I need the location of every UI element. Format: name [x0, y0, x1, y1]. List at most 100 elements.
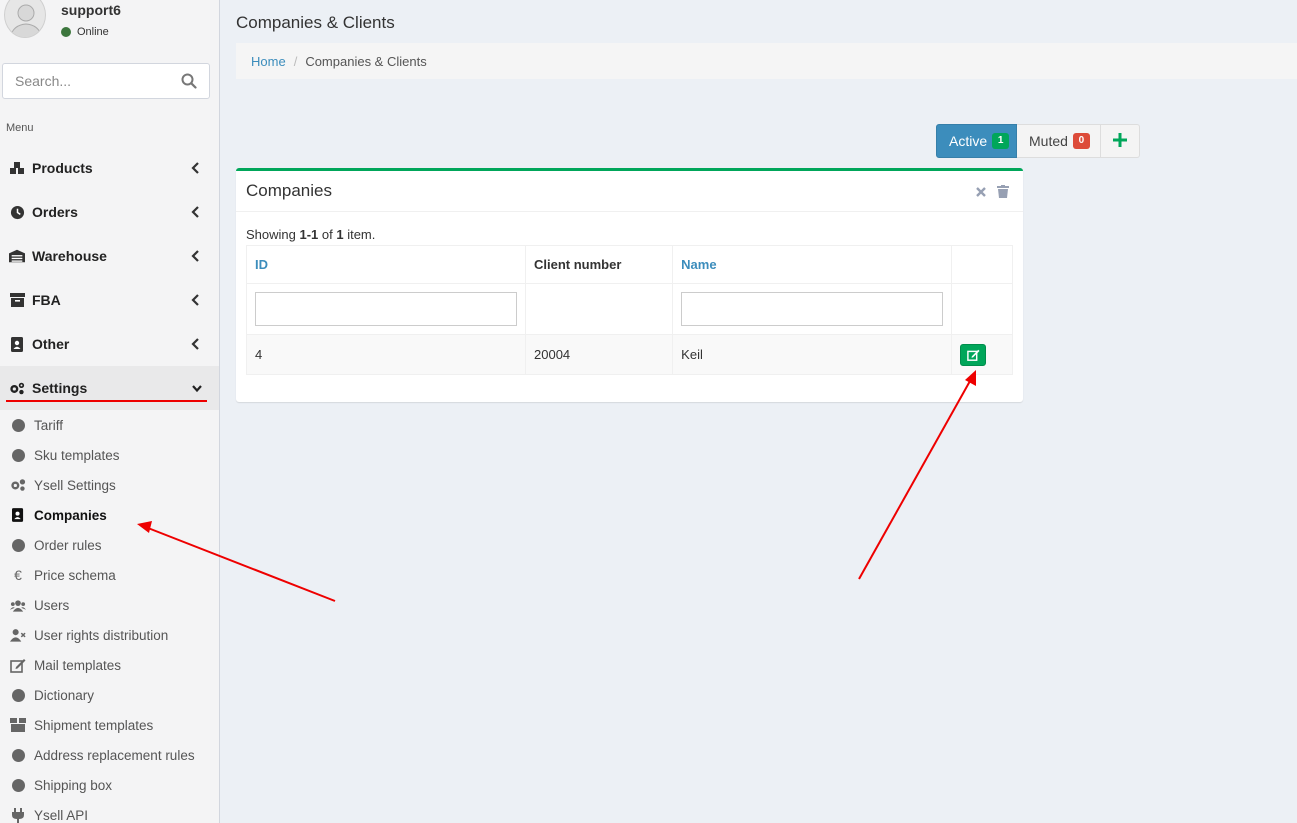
circle-icon	[10, 417, 26, 433]
avatar	[4, 0, 46, 38]
sidebar-item-dictionary[interactable]: Dictionary	[0, 680, 219, 710]
search-icon[interactable]	[181, 73, 197, 89]
add-company-button[interactable]	[1101, 124, 1140, 158]
circle-icon	[10, 447, 26, 463]
column-header-id[interactable]: ID	[246, 245, 526, 284]
summary-range: 1-1	[299, 227, 319, 242]
chevron-left-icon	[191, 249, 201, 263]
summary-total: 1	[336, 227, 344, 242]
sidebar-item-label: Shipment templates	[34, 717, 154, 733]
chevron-left-icon	[191, 337, 201, 351]
warehouse-icon	[9, 248, 25, 264]
sidebar: support6 Online Menu Products Orders	[0, 0, 220, 823]
chevron-down-icon	[191, 381, 202, 395]
companies-box: Companies Showing 1-1 of 1 item. ID Clie…	[236, 168, 1023, 402]
user-status: Online	[61, 26, 109, 38]
filter-cell	[246, 283, 526, 335]
sidebar-menu: Products Orders Warehouse FBA Other Sett…	[0, 146, 219, 410]
sidebar-item-shipment-templates[interactable]: Shipment templates	[0, 710, 219, 740]
active-filter-button[interactable]: Active 1	[936, 124, 1017, 158]
page-title: Companies & Clients	[236, 13, 395, 32]
plus-icon	[1113, 132, 1127, 150]
sidebar-item-shipping-box[interactable]: Shipping box	[0, 770, 219, 800]
sidebar-item-label: FBA	[32, 292, 61, 308]
companies-table: ID Client number Name 4 20004 Keil	[246, 245, 1013, 375]
clock-icon	[9, 204, 25, 220]
sidebar-item-companies[interactable]: Companies	[0, 500, 219, 530]
trash-icon[interactable]	[997, 185, 1009, 201]
sidebar-item-tariff[interactable]: Tariff	[0, 410, 219, 440]
sidebar-item-products[interactable]: Products	[0, 146, 219, 190]
sidebar-item-label: Ysell Settings	[34, 477, 116, 493]
column-header-name[interactable]: Name	[672, 245, 953, 284]
sidebar-item-label: Tariff	[34, 417, 64, 433]
table-header-row: ID Client number Name	[246, 245, 1013, 284]
breadcrumb: Home / Companies & Clients	[236, 43, 1297, 79]
sidebar-item-fba[interactable]: FBA	[0, 278, 219, 322]
sidebar-item-order-rules[interactable]: Order rules	[0, 530, 219, 560]
sidebar-item-users[interactable]: Users	[0, 590, 219, 620]
settings-submenu: Tariff Sku templates Ysell Settings Comp…	[0, 410, 219, 823]
status-filter-group: Active 1 Muted 0	[936, 124, 1140, 158]
breadcrumb-current: Companies & Clients	[305, 53, 427, 69]
address-book-icon	[10, 507, 26, 523]
summary-text: Showing 1-1 of 1 item.	[246, 227, 375, 242]
filter-cell	[951, 283, 1013, 335]
cell-actions	[951, 334, 1013, 375]
muted-filter-label: Muted	[1029, 133, 1068, 149]
edit-icon	[10, 657, 26, 673]
box-title: Companies	[246, 181, 332, 200]
sidebar-item-label: Sku templates	[34, 447, 120, 463]
sidebar-item-user-rights[interactable]: User rights distribution	[0, 620, 219, 650]
sidebar-item-label: Order rules	[34, 537, 102, 553]
box-icon	[10, 717, 26, 733]
sidebar-item-settings[interactable]: Settings	[0, 366, 219, 410]
sidebar-item-ysell-api[interactable]: Ysell API	[0, 800, 219, 823]
cogs-icon	[10, 477, 26, 493]
menu-header: Menu	[6, 122, 34, 134]
edit-button[interactable]	[960, 343, 987, 366]
user-panel: support6 Online	[0, 0, 219, 55]
sidebar-item-price-schema[interactable]: € Price schema	[0, 560, 219, 590]
name-filter-input[interactable]	[681, 292, 944, 326]
user-times-icon	[10, 627, 26, 643]
circle-icon	[10, 777, 26, 793]
sidebar-item-ysell-settings[interactable]: Ysell Settings	[0, 470, 219, 500]
cell-id: 4	[246, 334, 526, 375]
sidebar-item-label: Warehouse	[32, 248, 107, 264]
box-tools	[975, 185, 1009, 201]
user-status-label: Online	[77, 26, 109, 38]
cell-client-number: 20004	[524, 334, 674, 375]
breadcrumb-separator: /	[293, 53, 298, 69]
close-icon[interactable]	[975, 185, 987, 201]
sidebar-item-label: Ysell API	[34, 807, 89, 823]
user-name: support6	[61, 2, 121, 18]
sidebar-item-orders[interactable]: Orders	[0, 190, 219, 234]
archive-icon	[9, 292, 25, 308]
plug-icon	[10, 807, 26, 823]
sidebar-item-label: Companies	[34, 507, 107, 523]
cell-name: Keil	[672, 334, 953, 375]
circle-icon	[10, 747, 26, 763]
sidebar-item-sku-templates[interactable]: Sku templates	[0, 440, 219, 470]
sidebar-item-label: Address replacement rules	[34, 747, 195, 763]
column-header-actions	[951, 245, 1013, 284]
filter-cell	[524, 283, 674, 335]
search-input[interactable]	[3, 73, 173, 89]
id-filter-input[interactable]	[255, 292, 517, 326]
sidebar-item-warehouse[interactable]: Warehouse	[0, 234, 219, 278]
sidebar-item-address-replacement-rules[interactable]: Address replacement rules	[0, 740, 219, 770]
muted-filter-button[interactable]: Muted 0	[1017, 124, 1101, 158]
sidebar-item-label: Shipping box	[34, 777, 113, 793]
filter-cell	[672, 283, 953, 335]
chevron-left-icon	[191, 293, 201, 307]
breadcrumb-home-link[interactable]: Home	[251, 54, 286, 69]
chevron-left-icon	[191, 161, 201, 175]
sidebar-item-mail-templates[interactable]: Mail templates	[0, 650, 219, 680]
edit-icon	[966, 349, 980, 361]
muted-count-badge: 0	[1072, 133, 1090, 149]
summary-suffix: item.	[343, 227, 376, 242]
circle-icon	[10, 687, 26, 703]
sidebar-item-other[interactable]: Other	[0, 322, 219, 366]
sidebar-item-label: Settings	[32, 380, 88, 396]
